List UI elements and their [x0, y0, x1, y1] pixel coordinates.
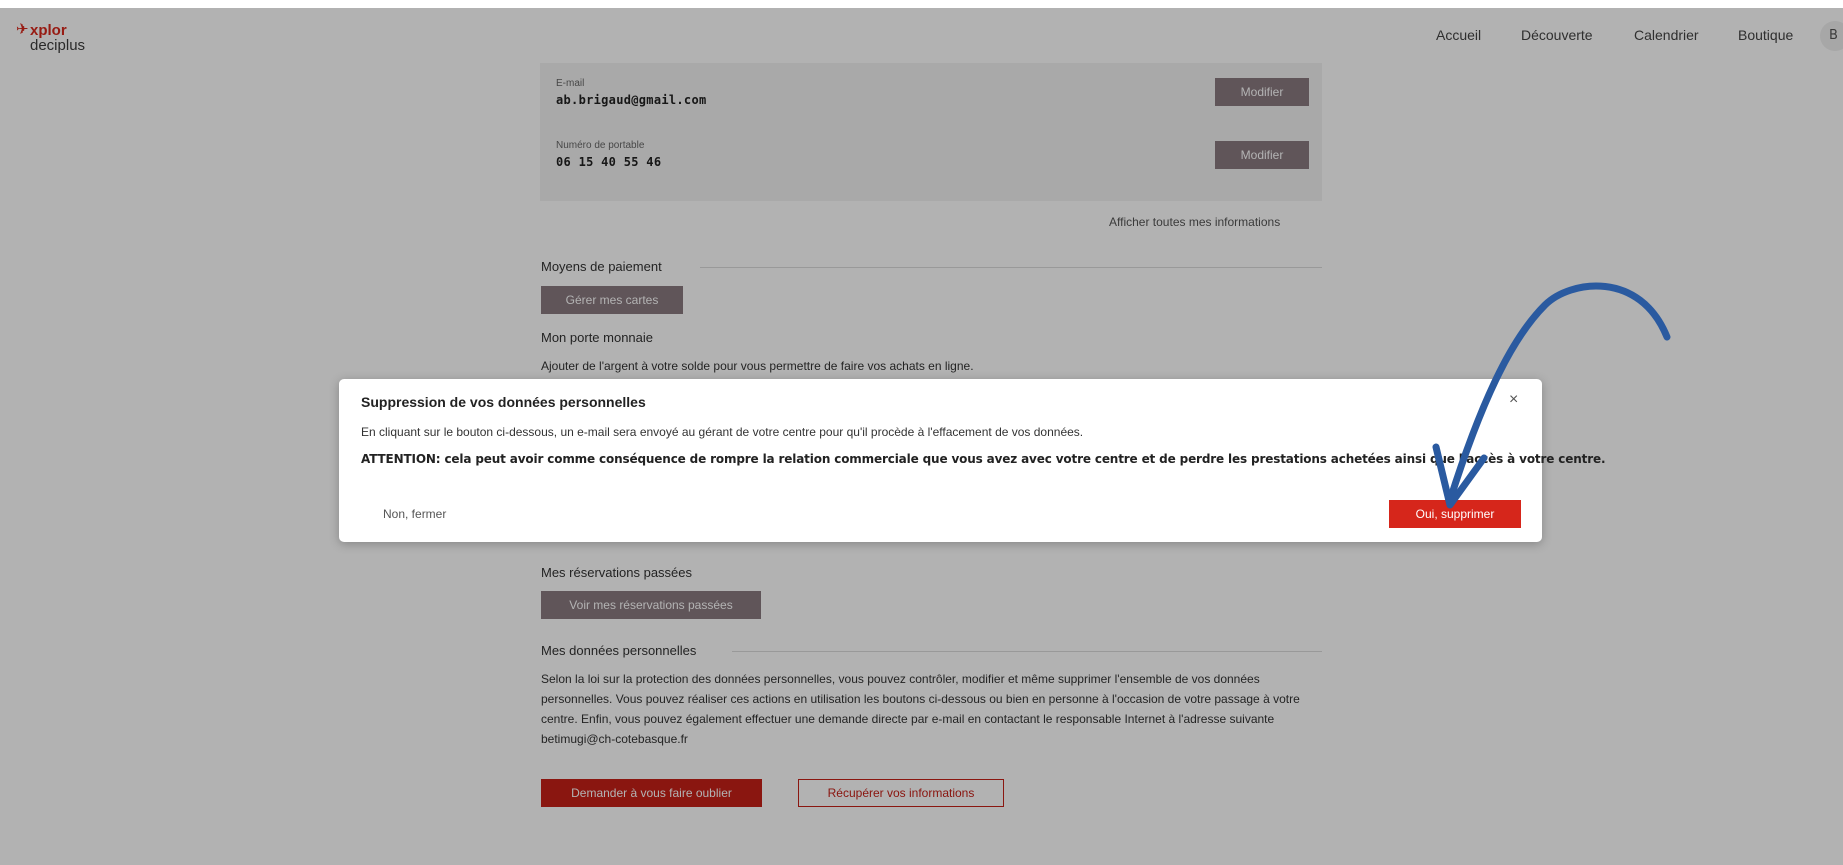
- modal-title: Suppression de vos données personnelles: [361, 394, 646, 410]
- page: ✈ xplor deciplus Accueil Découverte Cale…: [0, 0, 1843, 865]
- delete-data-modal: Suppression de vos données personnelles …: [339, 379, 1606, 542]
- modal-warning: ATTENTION: cela peut avoir comme conséqu…: [361, 452, 1606, 466]
- cancel-button[interactable]: Non, fermer: [383, 507, 446, 521]
- modal-description: En cliquant sur le bouton ci-dessous, un…: [361, 425, 1084, 439]
- confirm-delete-button[interactable]: Oui, supprimer: [1389, 500, 1521, 528]
- close-icon[interactable]: ×: [1509, 391, 1518, 409]
